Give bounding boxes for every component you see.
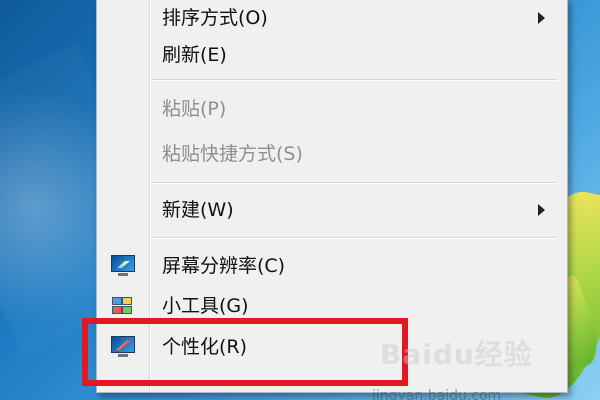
menu-item-label: 屏幕分辨率(C) (162, 255, 286, 277)
menu-item-sort-by[interactable]: 排序方式(O) (97, 0, 567, 38)
menu-item-label: 粘贴(P) (162, 98, 227, 120)
menu-separator (152, 237, 557, 238)
menu-item-screen-resolution[interactable]: 屏幕分辨率(C) (97, 246, 567, 286)
gadget-tile-icon (112, 306, 122, 314)
menu-item-label: 粘贴快捷方式(S) (162, 143, 303, 165)
personalize-brush-icon (116, 340, 131, 350)
personalize-icon (110, 336, 136, 358)
menu-item-refresh[interactable]: 刷新(E) (97, 35, 567, 75)
screen-resolution-icon (110, 255, 136, 277)
desktop-screen: 排序方式(O) 刷新(E) 粘贴(P) 粘贴快捷方式(S) 新建(W) 屏幕分辨… (0, 0, 600, 400)
gadgets-icon (110, 295, 136, 317)
resolution-mark-icon (117, 261, 130, 268)
watermark-url: jingyan.baidu.com (372, 388, 502, 400)
gadget-tile-icon (112, 297, 122, 305)
gadget-tile-icon (122, 297, 132, 305)
submenu-arrow-icon (538, 204, 545, 216)
menu-item-label: 个性化(R) (162, 336, 248, 358)
menu-item-label: 小工具(G) (162, 295, 249, 317)
menu-item-label: 刷新(E) (162, 44, 227, 66)
monitor-screen-icon (111, 336, 135, 353)
menu-item-label: 新建(W) (162, 199, 234, 221)
menu-item-label: 排序方式(O) (162, 7, 268, 29)
submenu-arrow-icon (538, 12, 545, 24)
menu-item-gadgets[interactable]: 小工具(G) (97, 286, 567, 326)
menu-item-paste-shortcut: 粘贴快捷方式(S) (97, 134, 567, 174)
menu-item-new[interactable]: 新建(W) (97, 190, 567, 230)
monitor-screen-icon (111, 255, 135, 272)
monitor-stand-icon (118, 354, 128, 357)
menu-item-paste: 粘贴(P) (97, 89, 567, 129)
monitor-stand-icon (118, 273, 128, 276)
menu-separator (152, 79, 557, 80)
menu-separator (152, 182, 557, 183)
watermark-text: Baidu经验 (380, 338, 533, 371)
gadget-tile-icon (122, 306, 132, 314)
